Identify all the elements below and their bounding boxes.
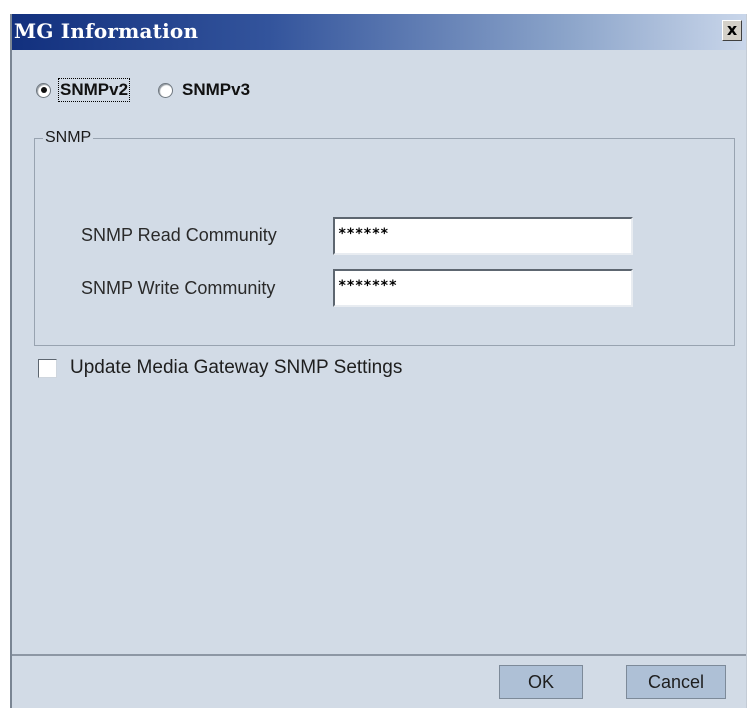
close-button[interactable]: x — [722, 20, 742, 41]
snmp-group-box: SNMP SNMP Read Community ****** SNMP Wri… — [34, 129, 735, 346]
button-bar: OK Cancel — [12, 654, 746, 708]
radio-snmpv2-label[interactable]: SNMPv2 — [57, 78, 131, 102]
radio-snmpv2[interactable]: SNMPv2 — [36, 78, 131, 102]
write-community-input[interactable]: ******* — [333, 269, 633, 307]
radio-snmpv3[interactable]: SNMPv3 — [158, 80, 250, 100]
update-settings-checkbox-row[interactable]: Update Media Gateway SNMP Settings — [38, 357, 402, 379]
write-community-label: SNMP Write Community — [81, 278, 276, 298]
snmp-version-selector: SNMPv2 SNMPv3 — [36, 78, 280, 102]
update-settings-checkbox[interactable] — [38, 358, 57, 378]
ok-button[interactable]: OK — [499, 665, 583, 699]
radio-snmpv3-button[interactable] — [158, 82, 174, 98]
read-community-label: SNMP Read Community — [81, 225, 277, 245]
cancel-button[interactable]: Cancel — [626, 665, 726, 699]
dialog-title: MG Information — [14, 19, 199, 43]
close-icon: x — [726, 20, 738, 39]
radio-snmpv2-button[interactable] — [36, 82, 51, 98]
snmp-group-legend: SNMP — [43, 129, 94, 147]
radio-snmpv3-label[interactable]: SNMPv3 — [182, 80, 250, 100]
read-community-input[interactable]: ****** — [333, 217, 633, 255]
update-settings-label[interactable]: Update Media Gateway SNMP Settings — [70, 357, 402, 379]
mg-information-dialog: MG Information x SNMPv2 SNMPv3 SNMP SNMP… — [10, 14, 747, 708]
title-bar[interactable]: MG Information x — [12, 14, 746, 50]
